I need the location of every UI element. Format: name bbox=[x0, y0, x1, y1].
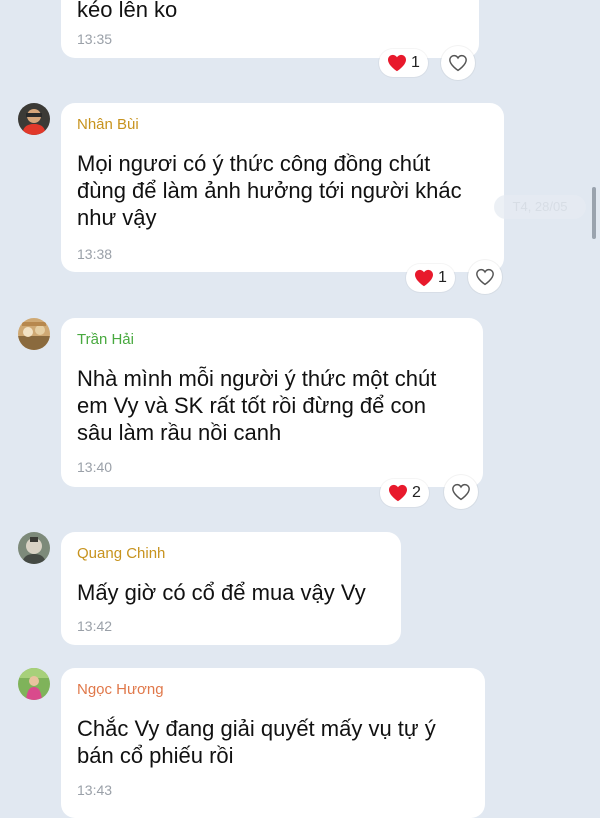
reaction-count: 1 bbox=[411, 54, 420, 71]
message-bubble[interactable]: Quang Chinh Mấy giờ có cổ để mua vậy Vy … bbox=[61, 532, 401, 645]
message-text: Chắc Vy đang giải quyết mấy vụ tự ý bán … bbox=[77, 716, 436, 768]
avatar[interactable] bbox=[18, 318, 50, 350]
heart-outline-icon bbox=[476, 268, 494, 286]
date-chip: T4, 28/05 bbox=[494, 195, 586, 219]
reaction-badge[interactable]: 1 bbox=[379, 49, 428, 77]
message-time: 13:40 bbox=[77, 459, 113, 475]
message-time: 13:38 bbox=[77, 246, 113, 262]
message-text: Nhà mình mỗi người ý thức một chút em Vy… bbox=[77, 366, 437, 445]
message-text: kéo lên ko bbox=[77, 0, 178, 22]
reaction-count: 2 bbox=[412, 484, 421, 501]
message-bubble[interactable]: Trần Hải Nhà mình mỗi người ý thức một c… bbox=[61, 318, 483, 487]
reaction-count: 1 bbox=[438, 269, 447, 286]
message-text: Mấy giờ có cổ để mua vậy Vy bbox=[77, 580, 366, 605]
heart-icon bbox=[388, 54, 406, 72]
heart-icon bbox=[389, 484, 407, 502]
heart-icon bbox=[415, 269, 433, 287]
avatar[interactable] bbox=[18, 532, 50, 564]
scrollbar[interactable] bbox=[592, 187, 596, 239]
react-button[interactable] bbox=[468, 260, 502, 294]
react-button[interactable] bbox=[444, 475, 478, 509]
reaction-badge[interactable]: 2 bbox=[380, 479, 429, 507]
avatar[interactable] bbox=[18, 668, 50, 700]
message-time: 13:35 bbox=[77, 31, 113, 47]
message-text: Mọi ngươi có ý thức công đồng chút đùng … bbox=[77, 151, 462, 230]
message-bubble[interactable]: Nhân Bùi Mọi ngươi có ý thức công đồng c… bbox=[61, 103, 504, 272]
sender-name[interactable]: Quang Chinh bbox=[77, 545, 165, 563]
message-bubble[interactable]: Ngọc Hương Chắc Vy đang giải quyết mấy v… bbox=[61, 668, 485, 818]
sender-name[interactable]: Ngọc Hương bbox=[77, 681, 164, 699]
message-time: 13:42 bbox=[77, 618, 113, 634]
avatar[interactable] bbox=[18, 103, 50, 135]
message-time: 13:43 bbox=[77, 782, 113, 798]
react-button[interactable] bbox=[441, 46, 475, 80]
heart-outline-icon bbox=[452, 483, 470, 501]
heart-outline-icon bbox=[449, 54, 467, 72]
sender-name[interactable]: Nhân Bùi bbox=[77, 116, 139, 134]
reaction-badge[interactable]: 1 bbox=[406, 264, 455, 292]
sender-name[interactable]: Trần Hải bbox=[77, 331, 134, 349]
